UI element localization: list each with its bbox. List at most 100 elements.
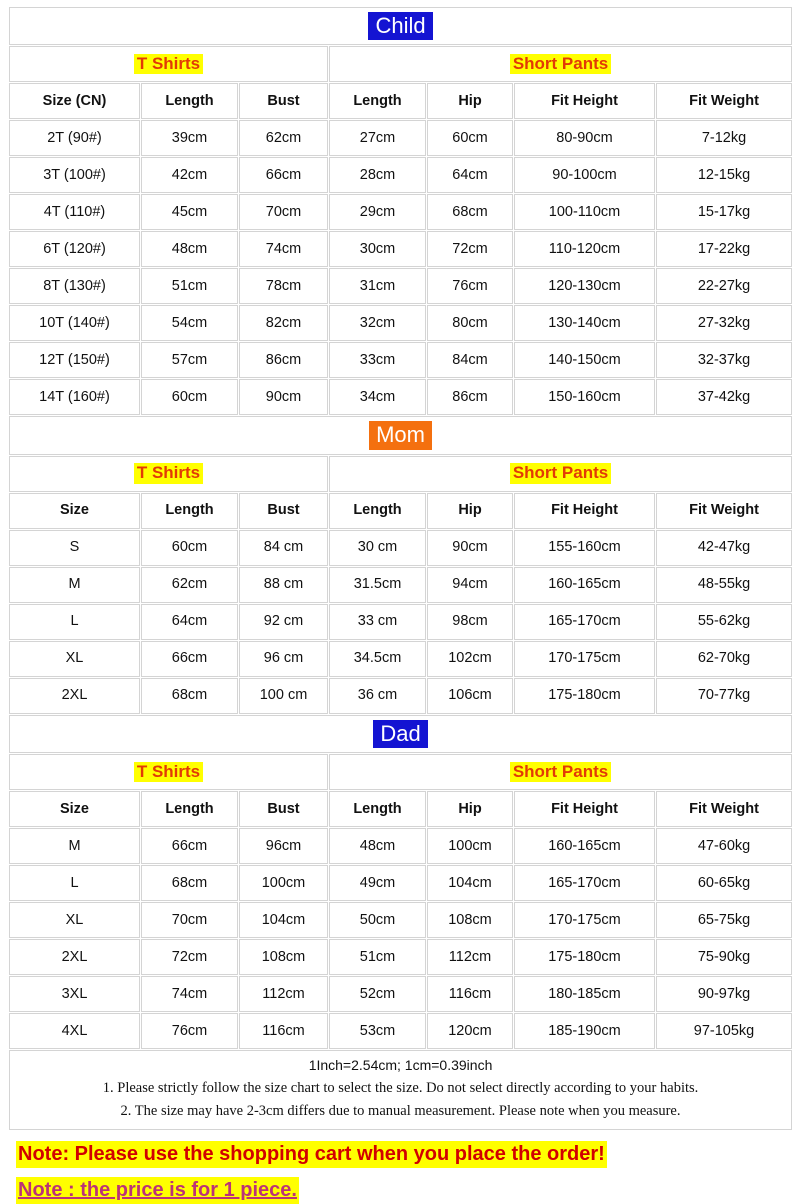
section-label-tshirts: T Shirts xyxy=(133,54,204,75)
measurement-cell: 175-180cm xyxy=(514,938,655,975)
section-shortpants-cell: Short Pants xyxy=(329,46,793,83)
measurement-cell: 185-190cm xyxy=(514,1012,655,1049)
measurement-cell: 48cm xyxy=(141,231,238,268)
measurement-cell: 80-90cm xyxy=(514,120,655,157)
size-cell: 8T (130#) xyxy=(9,268,140,305)
measurement-cell: 66cm xyxy=(141,827,238,864)
measurement-cell: 110-120cm xyxy=(514,231,655,268)
size-cell: 4XL xyxy=(9,1012,140,1049)
measurement-cell: 36 cm xyxy=(329,677,426,714)
footer-cell: 1Inch=2.54cm; 1cm=0.39inch 1. Please stri… xyxy=(9,1049,793,1130)
measurement-cell: 84 cm xyxy=(239,529,328,566)
measurement-cell: 51cm xyxy=(141,268,238,305)
measurement-cell: 68cm xyxy=(141,677,238,714)
measurement-cell: 32-37kg xyxy=(656,342,793,379)
measurement-cell: 62cm xyxy=(141,566,238,603)
measurement-cell: 62cm xyxy=(239,120,328,157)
measurement-cell: 29cm xyxy=(329,194,426,231)
size-cell: XL xyxy=(9,901,140,938)
measurement-cell: 74cm xyxy=(141,975,238,1012)
table-row: 2XL 68cm 100 cm 36 cm 106cm 175-180cm 70-77kg xyxy=(9,677,793,714)
column-header: Hip xyxy=(427,83,513,120)
table-row: M 62cm 88 cm 31.5cm 94cm 160-165cm 48-55kg xyxy=(9,566,793,603)
measurement-cell: 104cm xyxy=(427,864,513,901)
measurement-cell: 31cm xyxy=(329,268,426,305)
measurement-cell: 112cm xyxy=(427,938,513,975)
size-cell: 2XL xyxy=(9,938,140,975)
measurement-cell: 80cm xyxy=(427,305,513,342)
group-title-row: Dad xyxy=(9,714,793,753)
group-title-cell: Child xyxy=(9,7,793,46)
column-header: Length xyxy=(141,790,238,827)
size-cell: XL xyxy=(9,640,140,677)
section-shortpants-cell: Short Pants xyxy=(329,455,793,492)
table-row: XL 66cm 96 cm 34.5cm 102cm 170-175cm 62-70kg xyxy=(9,640,793,677)
column-header: Fit Height xyxy=(514,790,655,827)
measurement-cell: 170-175cm xyxy=(514,901,655,938)
measurement-cell: 54cm xyxy=(141,305,238,342)
measurement-cell: 60cm xyxy=(427,120,513,157)
table-row: 2T (90#) 39cm 62cm 27cm 60cm 80-90cm 7-12kg xyxy=(9,120,793,157)
section-tshirts-cell: T Shirts xyxy=(9,455,328,492)
measurement-cell: 47-60kg xyxy=(656,827,793,864)
measurement-cell: 90-100cm xyxy=(514,157,655,194)
column-header: Length xyxy=(329,492,426,529)
group-title-cell: Mom xyxy=(9,416,793,455)
measurement-cell: 33 cm xyxy=(329,603,426,640)
column-header: Length xyxy=(141,83,238,120)
section-label-shortpants: Short Pants xyxy=(509,54,612,75)
measurement-cell: 55-62kg xyxy=(656,603,793,640)
column-header: Length xyxy=(329,83,426,120)
measurement-cell: 96 cm xyxy=(239,640,328,677)
section-shortpants-cell: Short Pants xyxy=(329,753,793,790)
measurement-cell: 112cm xyxy=(239,975,328,1012)
measurement-cell: 76cm xyxy=(141,1012,238,1049)
column-header: Fit Height xyxy=(514,83,655,120)
measurement-cell: 37-42kg xyxy=(656,379,793,416)
measurement-cell: 15-17kg xyxy=(656,194,793,231)
section-tshirts-cell: T Shirts xyxy=(9,753,328,790)
group-title-badge: Dad xyxy=(373,719,428,748)
size-cell: M xyxy=(9,566,140,603)
column-header: Bust xyxy=(239,790,328,827)
column-header: Fit Weight xyxy=(656,790,793,827)
column-header: Fit Weight xyxy=(656,83,793,120)
measurement-cell: 32cm xyxy=(329,305,426,342)
size-cell: 6T (120#) xyxy=(9,231,140,268)
measurement-cell: 72cm xyxy=(427,231,513,268)
measurement-cell: 90cm xyxy=(427,529,513,566)
section-header-row: T Shirts Short Pants xyxy=(9,46,793,83)
column-header: Hip xyxy=(427,790,513,827)
measurement-cell: 90cm xyxy=(239,379,328,416)
table-row: 4XL 76cm 116cm 53cm 120cm 185-190cm 97-105kg xyxy=(9,1012,793,1049)
measurement-cell: 76cm xyxy=(427,268,513,305)
group-title-badge: Child xyxy=(368,12,433,41)
measurement-cell: 170-175cm xyxy=(514,640,655,677)
measurement-cell: 68cm xyxy=(427,194,513,231)
measurement-cell: 160-165cm xyxy=(514,566,655,603)
measurement-cell: 160-165cm xyxy=(514,827,655,864)
size-cell: 2XL xyxy=(9,677,140,714)
note-shopping-cart: Note: Please use the shopping cart when … xyxy=(16,1140,607,1168)
measurement-cell: 70-77kg xyxy=(656,677,793,714)
measurement-cell: 52cm xyxy=(329,975,426,1012)
size-cell: S xyxy=(9,529,140,566)
measurement-cell: 34cm xyxy=(329,379,426,416)
table-row: 3T (100#) 42cm 66cm 28cm 64cm 90-100cm 12-15kg xyxy=(9,157,793,194)
section-label-shortpants: Short Pants xyxy=(509,761,612,783)
note-price-row: Note : the price is for 1 piece. xyxy=(16,1176,784,1204)
column-header: Length xyxy=(141,492,238,529)
measurement-cell: 60-65kg xyxy=(656,864,793,901)
measurement-cell: 175-180cm xyxy=(514,677,655,714)
measurement-cell: 64cm xyxy=(141,603,238,640)
table-row: XL 70cm 104cm 50cm 108cm 170-175cm 65-75kg xyxy=(9,901,793,938)
measurement-cell: 108cm xyxy=(427,901,513,938)
column-header-row: Size Length Bust Length Hip Fit Height Fit Wei… xyxy=(9,492,793,529)
measurement-cell: 28cm xyxy=(329,157,426,194)
measurement-cell: 42cm xyxy=(141,157,238,194)
column-header: Size xyxy=(9,790,140,827)
measurement-cell: 104cm xyxy=(239,901,328,938)
measurement-cell: 78cm xyxy=(239,268,328,305)
table-row: L 68cm 100cm 49cm 104cm 165-170cm 60-65kg xyxy=(9,864,793,901)
section-tshirts-cell: T Shirts xyxy=(9,46,328,83)
